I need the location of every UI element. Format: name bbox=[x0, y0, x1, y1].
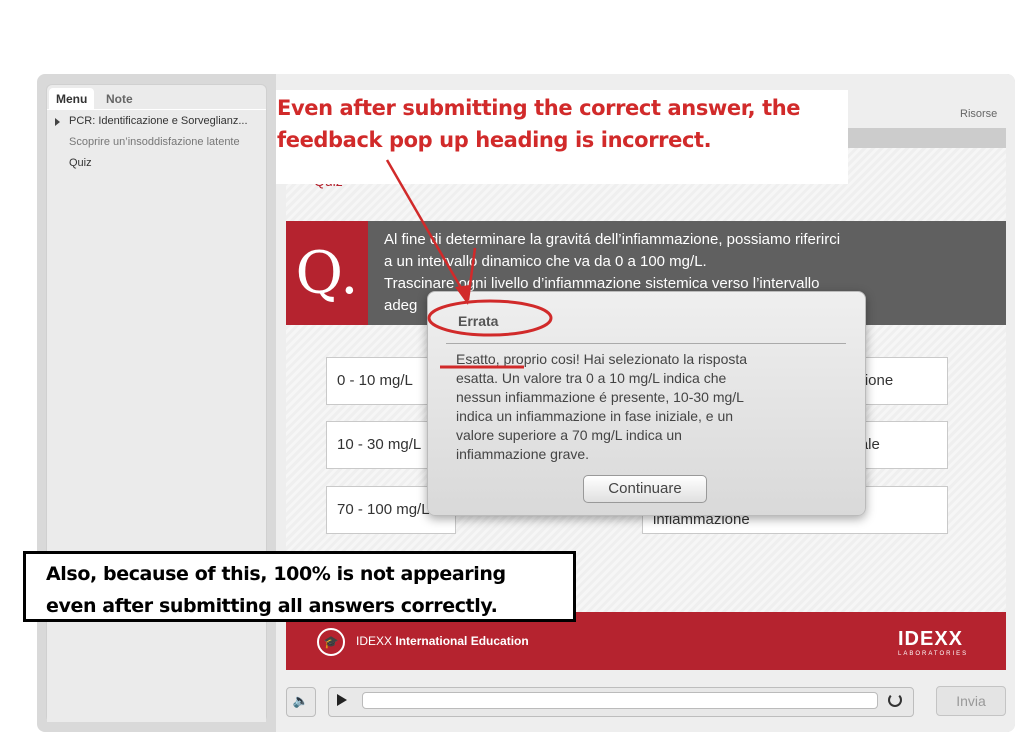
annotation-circle bbox=[427, 299, 553, 337]
annotation-arrow-line bbox=[385, 159, 470, 301]
annotation-overlay bbox=[385, 159, 553, 369]
annotation-arrow-line-2 bbox=[466, 247, 477, 301]
